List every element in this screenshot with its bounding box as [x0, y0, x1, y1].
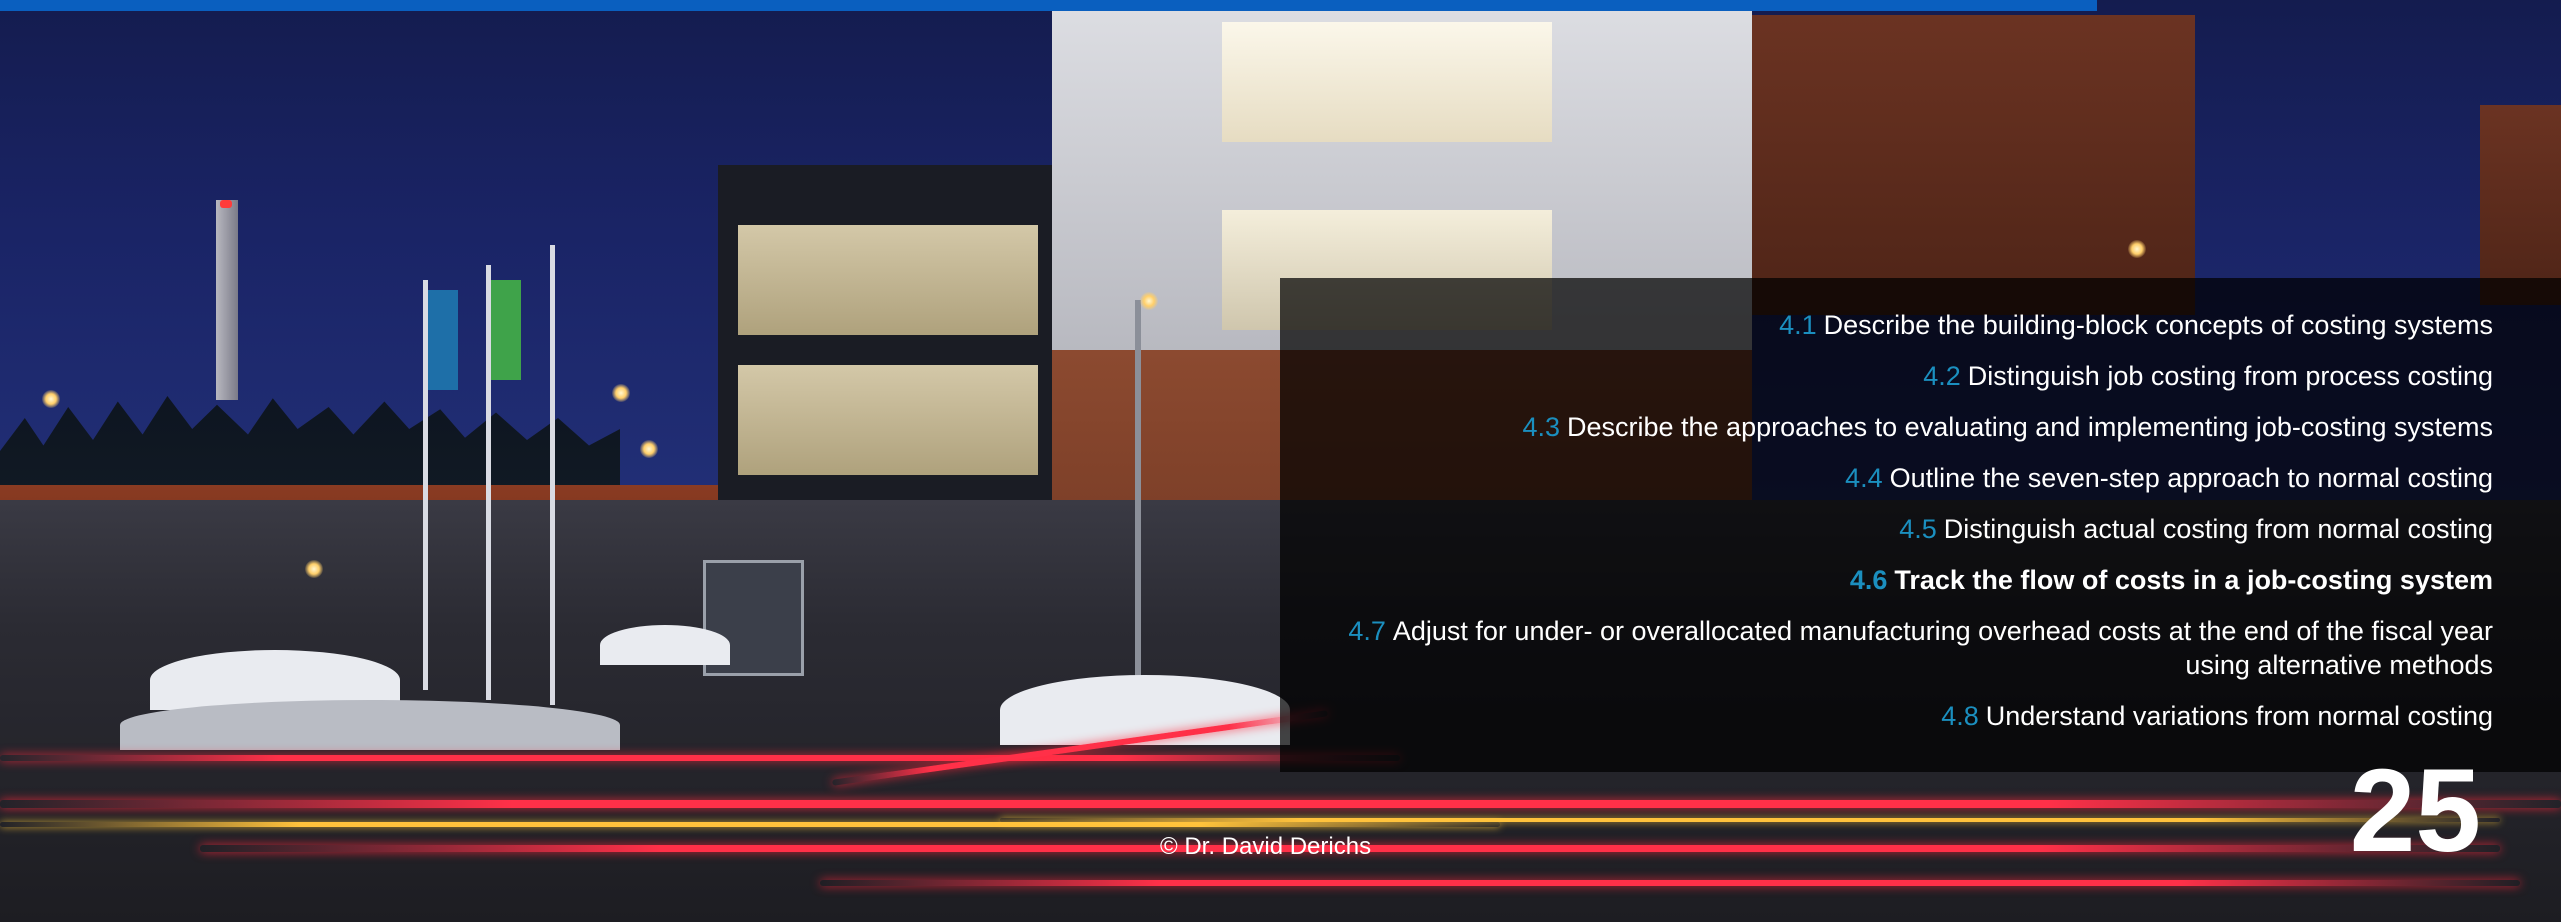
objective-item: 4.7 Adjust for under- or overallocated ma… — [1313, 614, 2493, 682]
chimney — [216, 200, 238, 400]
objective-text: Understand variations from normal costin… — [1985, 701, 2493, 731]
street-lamp — [2128, 240, 2146, 258]
light-trail — [1000, 818, 2500, 822]
top-accent-bar — [0, 0, 2097, 11]
objective-number: 4.1 — [1779, 310, 1817, 340]
light-trail — [820, 880, 2520, 886]
objective-number: 4.3 — [1522, 412, 1560, 442]
objective-item: 4.3 Describe the approaches to evaluating… — [1313, 410, 2493, 444]
objective-item-current: 4.6 Track the flow of costs in a job-cost… — [1313, 563, 2493, 597]
flag — [428, 290, 458, 390]
right-brick-building — [2480, 105, 2561, 305]
light-trail — [0, 800, 2561, 808]
slide-number: 25 — [2349, 745, 2481, 877]
light-trail — [0, 755, 1400, 761]
snow-bank — [120, 700, 620, 750]
objective-item: 4.5 Distinguish actual costing from norma… — [1313, 512, 2493, 546]
snow-pile — [1000, 675, 1290, 745]
street-lamp — [1140, 292, 1158, 310]
street-lamp — [42, 390, 60, 408]
objective-text: Describe the building-block concepts of … — [1823, 310, 2493, 340]
learning-objectives-list: 4.1 Describe the building-block concepts … — [1313, 308, 2493, 750]
chimney-light — [220, 200, 232, 208]
objective-number: 4.7 — [1348, 616, 1386, 646]
street-lamp — [612, 384, 630, 402]
street-lamp — [305, 560, 323, 578]
street-lamp — [640, 440, 658, 458]
objective-text: Distinguish actual costing from normal c… — [1943, 514, 2493, 544]
light-trail — [0, 822, 1500, 827]
objective-item: 4.2 Distinguish job costing from process … — [1313, 359, 2493, 393]
snow-pile — [600, 625, 730, 665]
objective-text: Track the flow of costs in a job-costing… — [1894, 565, 2493, 595]
objective-number: 4.5 — [1899, 514, 1937, 544]
flagpole — [550, 245, 555, 705]
objective-text: Adjust for under- or overallocated manuf… — [1392, 616, 2493, 680]
learning-objectives-panel: 4.1 Describe the building-block concepts … — [1280, 278, 2561, 772]
objective-item: 4.1 Describe the building-block concepts … — [1313, 308, 2493, 342]
objective-number: 4.2 — [1923, 361, 1961, 391]
objective-text: Describe the approaches to evaluating an… — [1566, 412, 2493, 442]
objective-item: 4.8 Understand variations from normal cos… — [1313, 699, 2493, 733]
objective-number: 4.4 — [1845, 463, 1883, 493]
flag — [491, 280, 521, 380]
lamp-post — [1135, 300, 1141, 720]
objective-text: Distinguish job costing from process cos… — [1967, 361, 2493, 391]
objective-number: 4.8 — [1941, 701, 1979, 731]
objective-number: 4.6 — [1849, 565, 1888, 595]
objective-text: Outline the seven-step approach to norma… — [1889, 463, 2493, 493]
objective-item: 4.4 Outline the seven-step approach to no… — [1313, 461, 2493, 495]
copyright-notice: © Dr. David Derichs — [1160, 833, 1372, 860]
